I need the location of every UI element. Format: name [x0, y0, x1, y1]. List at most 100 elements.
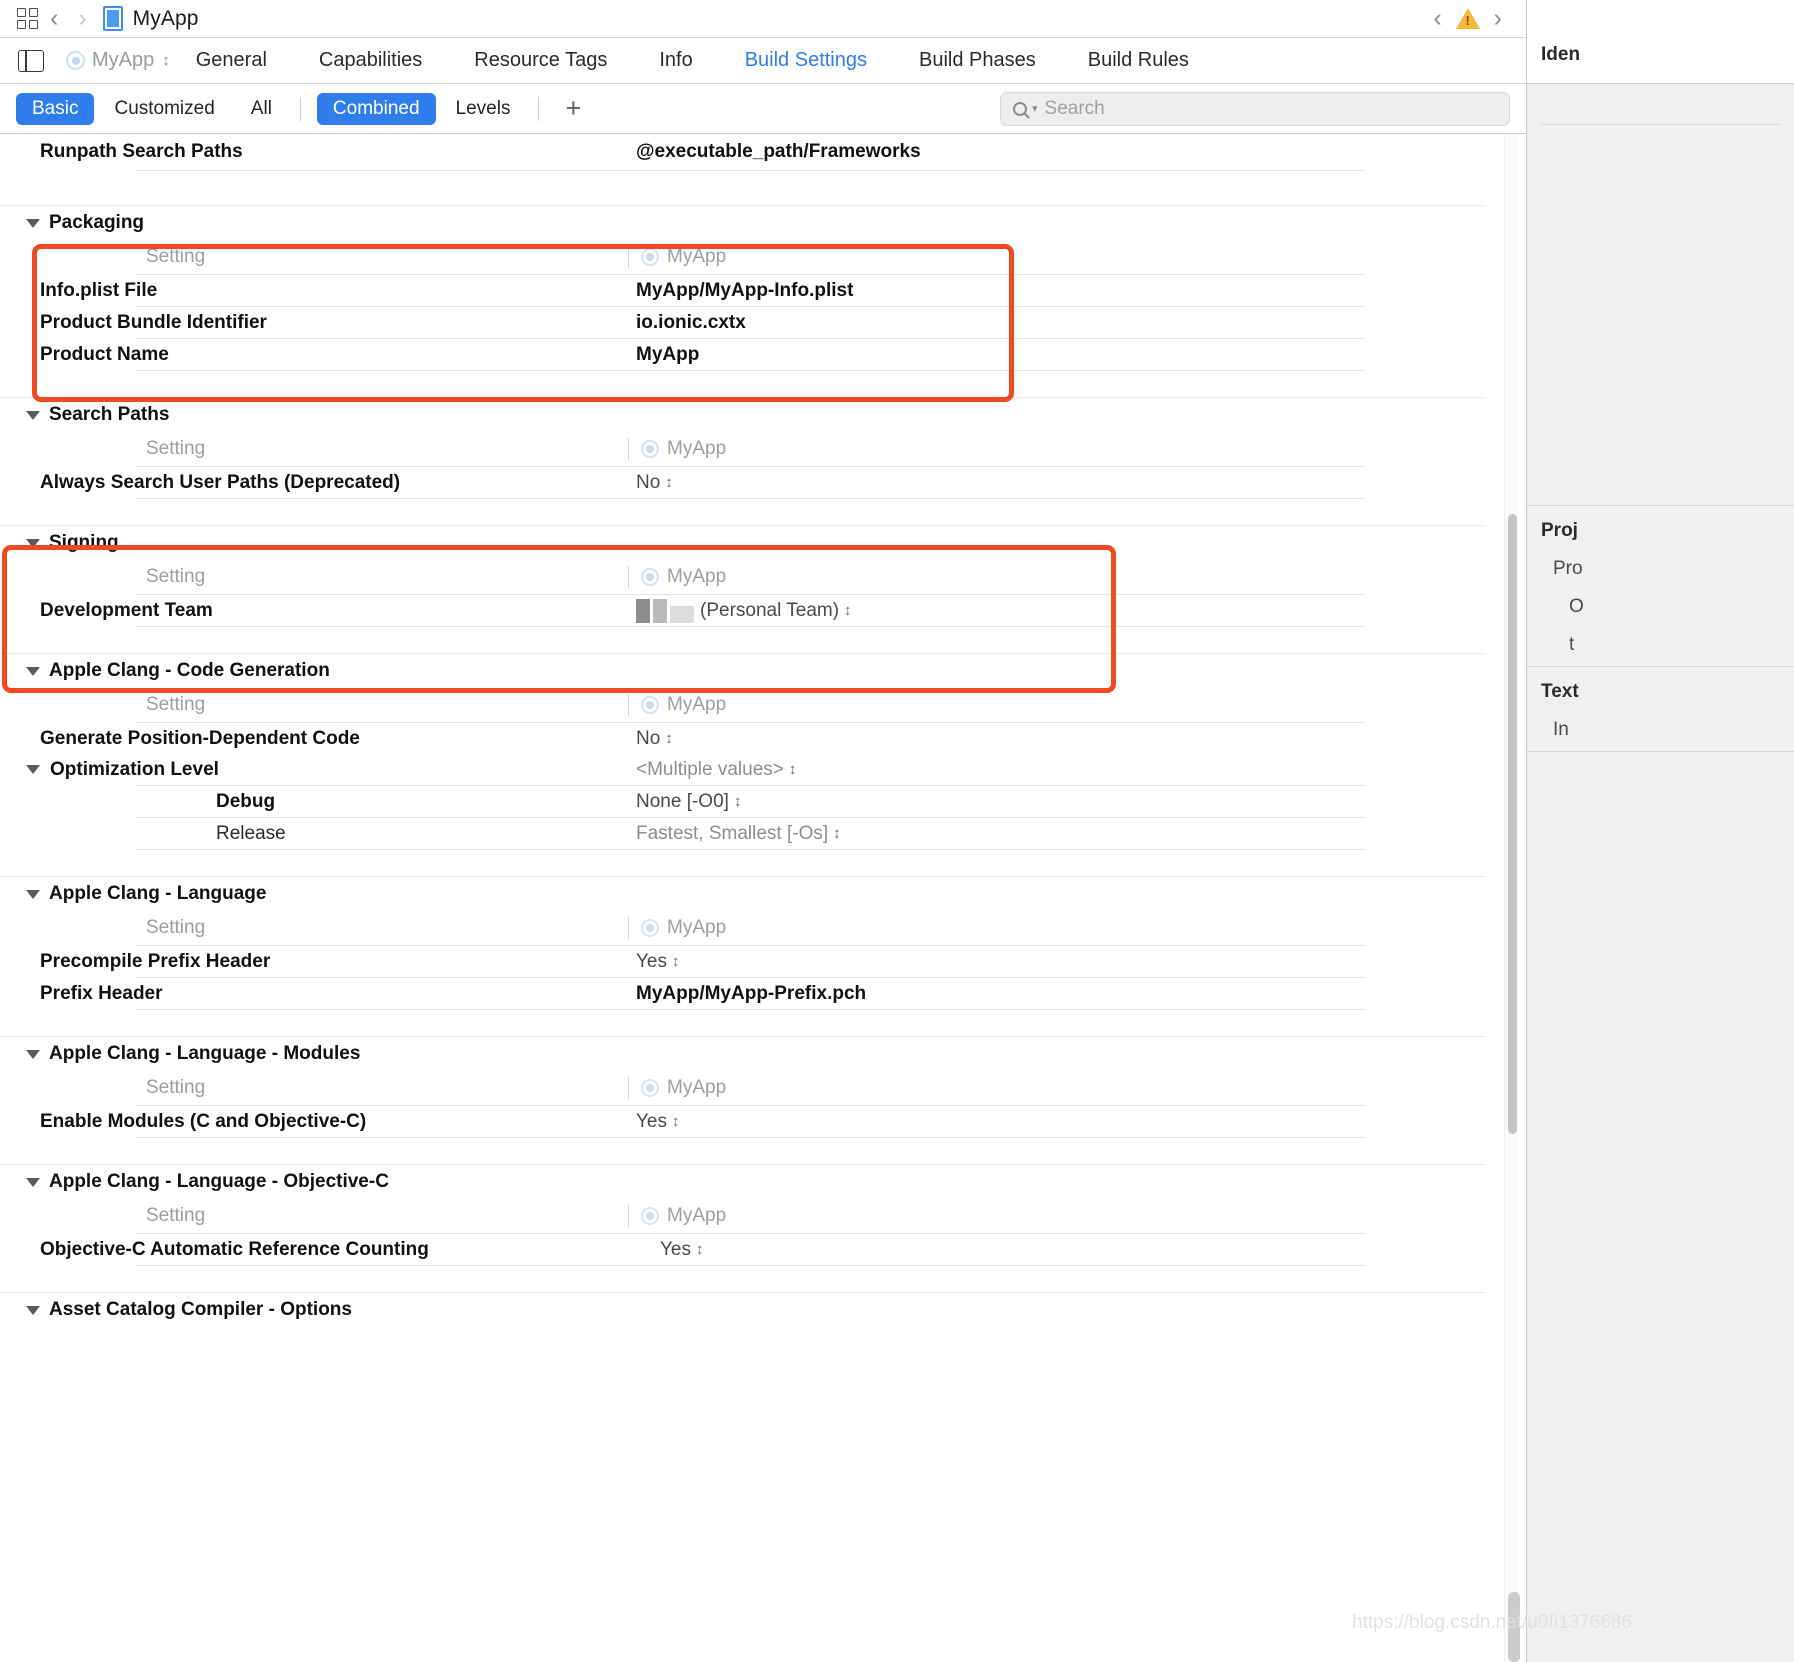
inspector-project-row-2[interactable]: O [1541, 596, 1780, 618]
section-header-modules[interactable]: Apple Clang - Language - Modules [0, 1037, 1526, 1071]
setting-value[interactable]: @executable_path/Frameworks [620, 141, 1526, 163]
setting-value[interactable]: MyApp/MyApp-Info.plist [620, 280, 1526, 302]
section-header-language[interactable]: Apple Clang - Language [0, 877, 1526, 911]
disclosure-triangle-icon[interactable] [26, 410, 40, 420]
table-row[interactable]: Precompile Prefix Header Yes ↕ [0, 946, 1526, 977]
up-down-stepper-icon[interactable]: ↕ [833, 826, 840, 841]
column-divider [628, 1077, 629, 1099]
setting-value[interactable]: io.ionic.cxtx [620, 312, 1526, 334]
disclosure-triangle-icon[interactable] [26, 666, 40, 676]
table-row[interactable]: Always Search User Paths (Deprecated) No… [0, 467, 1526, 498]
issue-next-chevron-right-icon[interactable]: › [1484, 6, 1512, 31]
up-down-stepper-icon[interactable]: ↕ [162, 53, 170, 68]
table-row[interactable]: Prefix Header MyApp/MyApp-Prefix.pch [0, 978, 1526, 1009]
table-row[interactable]: Development Team (Personal Team) ↕ [0, 595, 1526, 626]
setting-value[interactable]: MyApp/MyApp-Prefix.pch [620, 983, 1526, 1005]
window-title: MyApp [132, 6, 199, 30]
setting-value[interactable]: Yes ↕ [620, 1111, 1526, 1133]
build-settings-table[interactable]: Runpath Search Paths @executable_path/Fr… [0, 134, 1526, 1662]
section-header-search-paths[interactable]: Search Paths [0, 398, 1526, 432]
chevron-right-icon[interactable]: › [68, 6, 96, 31]
section-header-asset-catalog[interactable]: Asset Catalog Compiler - Options [0, 1293, 1526, 1327]
grid-icon[interactable] [14, 6, 40, 32]
sidebar-toggle-icon[interactable] [18, 49, 44, 72]
search-input[interactable]: ▾ Search [1000, 91, 1510, 126]
table-row[interactable]: Info.plist File MyApp/MyApp-Info.plist [0, 275, 1526, 306]
up-down-stepper-icon[interactable]: ↕ [844, 603, 851, 618]
section-header-code-generation[interactable]: Apple Clang - Code Generation [0, 654, 1526, 688]
disclosure-triangle-icon[interactable] [26, 889, 40, 899]
tab-general[interactable]: General [170, 49, 293, 72]
column-header-setting: Setting [146, 694, 206, 715]
setting-value[interactable]: No ↕ [620, 728, 1526, 750]
filter-all[interactable]: All [235, 93, 288, 125]
up-down-stepper-icon[interactable]: ↕ [696, 1242, 703, 1257]
section-header-packaging[interactable]: Packaging [0, 206, 1526, 240]
table-row[interactable]: Generate Position-Dependent Code No ↕ [0, 723, 1526, 754]
tab-build-rules[interactable]: Build Rules [1062, 49, 1215, 72]
table-row[interactable]: Release Fastest, Smallest [-Os] ↕ [0, 818, 1526, 849]
warning-triangle-icon[interactable] [1455, 8, 1480, 29]
disclosure-triangle-icon[interactable] [26, 1049, 40, 1059]
setting-value[interactable]: <Multiple values> ↕ [620, 759, 1526, 781]
setting-name: Prefix Header [40, 982, 163, 1004]
up-down-stepper-icon[interactable]: ↕ [672, 1114, 679, 1129]
column-divider [628, 694, 629, 716]
filter-levels[interactable]: Levels [440, 93, 527, 125]
table-row[interactable]: Debug None [-O0] ↕ [0, 786, 1526, 817]
inspector-project-row-1[interactable]: Pro [1541, 558, 1780, 580]
filter-basic[interactable]: Basic [16, 92, 95, 125]
setting-name: Development Team [40, 599, 213, 621]
setting-value[interactable]: No ↕ [620, 472, 1526, 494]
issue-prev-chevron-left-icon[interactable]: ‹ [1423, 6, 1451, 31]
tab-resource-tags[interactable]: Resource Tags [448, 49, 633, 72]
table-row[interactable]: Product Bundle Identifier io.ionic.cxtx [0, 307, 1526, 338]
column-header-target: MyApp [667, 1205, 727, 1226]
inspector-project-row-3[interactable]: t [1541, 634, 1780, 656]
up-down-stepper-icon[interactable]: ↕ [665, 731, 672, 746]
section-title: Apple Clang - Language - Modules [49, 1043, 361, 1064]
tab-info[interactable]: Info [633, 49, 718, 72]
filter-customized[interactable]: Customized [98, 93, 230, 125]
filter-combined[interactable]: Combined [316, 92, 436, 125]
inspector-text-row-1[interactable]: In [1541, 719, 1780, 741]
setting-name: Enable Modules (C and Objective-C) [40, 1110, 367, 1132]
disclosure-triangle-icon[interactable] [26, 765, 40, 774]
setting-value[interactable]: Fastest, Smallest [-Os] ↕ [620, 823, 1526, 845]
table-row[interactable]: Runpath Search Paths @executable_path/Fr… [0, 134, 1526, 170]
disclosure-triangle-icon[interactable] [26, 538, 40, 548]
table-row[interactable]: Optimization Level <Multiple values> ↕ [0, 754, 1526, 785]
scrollbar-thumb[interactable] [1508, 514, 1517, 1134]
section-header-objective-c[interactable]: Apple Clang - Language - Objective-C [0, 1165, 1526, 1199]
setting-value[interactable]: Yes ↕ [660, 1239, 1526, 1261]
table-row[interactable]: Product Name MyApp [0, 339, 1526, 370]
section-header-signing[interactable]: Signing [0, 526, 1526, 560]
tab-build-settings[interactable]: Build Settings [719, 49, 893, 72]
disclosure-triangle-icon[interactable] [26, 1177, 40, 1187]
up-down-stepper-icon[interactable]: ↕ [734, 794, 741, 809]
setting-value[interactable]: (Personal Team) ↕ [620, 598, 1526, 623]
add-setting-button[interactable]: + [551, 95, 595, 122]
issue-navigator: ‹ › [1423, 6, 1526, 31]
chevron-left-icon[interactable]: ‹ [40, 6, 68, 31]
setting-value-text: No [636, 727, 661, 749]
disclosure-triangle-icon[interactable] [26, 1305, 40, 1315]
disclosure-triangle-icon[interactable] [26, 218, 40, 228]
levels-filter-group: Combined Levels [313, 92, 527, 125]
chevron-down-icon[interactable]: ▾ [1032, 102, 1038, 115]
table-row[interactable]: Enable Modules (C and Objective-C) Yes ↕ [0, 1106, 1526, 1137]
up-down-stepper-icon[interactable]: ↕ [665, 475, 672, 490]
target-selector[interactable]: MyApp ↕ [66, 49, 170, 72]
setting-value[interactable]: MyApp [620, 344, 1526, 366]
table-row[interactable]: Objective-C Automatic Reference Counting… [0, 1234, 1526, 1265]
tab-capabilities[interactable]: Capabilities [293, 49, 448, 72]
tab-build-phases[interactable]: Build Phases [893, 49, 1062, 72]
up-down-stepper-icon[interactable]: ↕ [789, 762, 796, 777]
column-header-target: MyApp [667, 694, 727, 715]
up-down-stepper-icon[interactable]: ↕ [672, 954, 679, 969]
vertical-scrollbar[interactable] [1504, 134, 1518, 1662]
section-title: Apple Clang - Language [49, 883, 267, 904]
setting-value[interactable]: Yes ↕ [620, 951, 1526, 973]
setting-value[interactable]: None [-O0] ↕ [620, 791, 1526, 813]
